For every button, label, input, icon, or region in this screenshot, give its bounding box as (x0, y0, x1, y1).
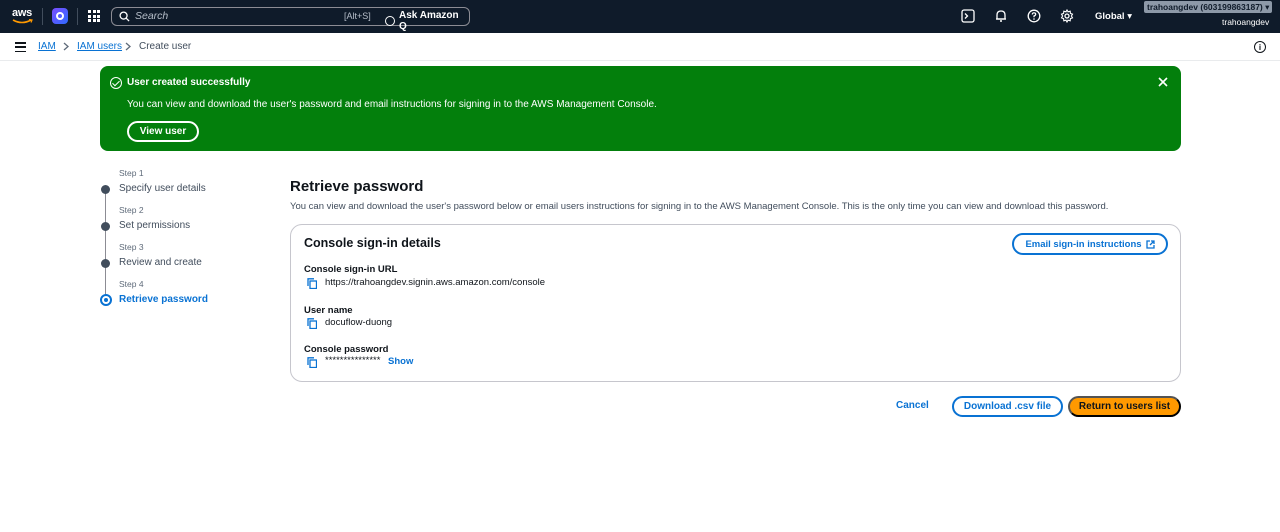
step-label: Review and create (119, 257, 202, 268)
username-value: docuflow-duong (325, 317, 393, 328)
user-name[interactable]: trahoangdev (1222, 17, 1269, 27)
aws-logo-text: aws (12, 7, 32, 19)
nav-divider (42, 8, 43, 25)
show-password-link[interactable]: Show (388, 356, 413, 367)
sign-in-details-card: Console sign-in details Email sign-in in… (290, 224, 1181, 382)
notifications-bell-icon[interactable] (994, 9, 1008, 23)
step-label: Set permissions (119, 220, 191, 231)
search-input[interactable]: Search [Alt+S] Ask Amazon Q (111, 7, 470, 32)
step-dot (101, 185, 110, 194)
success-flashbar: User created successfully You can view a… (100, 66, 1181, 151)
step-number: Step 1 (119, 168, 144, 178)
search-placeholder: Search (135, 10, 169, 22)
flash-message: You can view and download the user's pas… (127, 99, 657, 110)
wizard-steps: Step 1 Specify user details Step 2 Set p… (100, 168, 270, 318)
success-check-icon (110, 77, 122, 89)
step-label: Retrieve password (119, 294, 208, 305)
page-description: You can view and download the user's pas… (290, 201, 1109, 212)
return-to-users-list-button[interactable]: Return to users list (1068, 396, 1181, 417)
copy-icon[interactable] (307, 357, 317, 368)
ask-amazon-q-label: Ask Amazon Q (398, 10, 459, 32)
chevron-right-icon (63, 42, 69, 51)
breadcrumb-iam[interactable]: IAM (38, 41, 56, 52)
info-icon[interactable]: i (1254, 41, 1266, 53)
email-button-label: Email sign-in instructions (1025, 238, 1142, 250)
help-icon[interactable] (1027, 9, 1041, 23)
ask-amazon-q-button[interactable]: Ask Amazon Q (385, 10, 469, 32)
view-user-button[interactable]: View user (127, 121, 199, 142)
chevron-right-icon (125, 42, 131, 51)
username-label: User name (304, 305, 353, 316)
breadcrumb-iam-users[interactable]: IAM users (77, 41, 122, 52)
account-menu[interactable]: trahoangdev (603199863187) ▾ (1144, 1, 1273, 13)
email-sign-in-instructions-button[interactable]: Email sign-in instructions (1012, 233, 1168, 255)
aws-logo[interactable]: aws (12, 7, 34, 27)
url-label: Console sign-in URL (304, 264, 398, 275)
download-csv-button[interactable]: Download .csv file (952, 396, 1063, 417)
menu-hamburger-icon[interactable] (15, 42, 26, 52)
search-shortcut: [Alt+S] (344, 11, 371, 21)
nav-divider (77, 8, 78, 25)
url-value: https://trahoangdev.signin.aws.amazon.co… (325, 277, 546, 288)
search-icon (119, 11, 130, 22)
services-grid-icon[interactable] (88, 10, 100, 22)
password-label: Console password (304, 344, 389, 355)
step-dot-active (100, 294, 112, 306)
aws-smile-icon (12, 19, 33, 24)
page-title: Retrieve password (290, 178, 424, 195)
steps-connector (105, 188, 106, 302)
settings-gear-icon[interactable] (1060, 9, 1074, 23)
breadcrumb-bar: IAM IAM users Create user i (0, 33, 1280, 61)
password-value: *************** (325, 355, 381, 366)
step-dot (101, 259, 110, 268)
step-number: Step 4 (119, 279, 144, 289)
external-link-icon (1145, 239, 1155, 249)
step-number: Step 2 (119, 205, 144, 215)
step-label: Specify user details (119, 183, 206, 194)
region-selector[interactable]: Global ▾ (1095, 11, 1132, 22)
breadcrumb-create-user: Create user (139, 41, 192, 52)
step-number: Step 3 (119, 242, 144, 252)
step-dot (101, 222, 110, 231)
cloudshell-icon[interactable] (961, 9, 975, 23)
close-icon[interactable] (1157, 76, 1169, 88)
top-navigation: aws Search [Alt+S] Ask Amazon Q Global ▾… (0, 0, 1280, 33)
copy-icon[interactable] (307, 278, 317, 289)
flash-title: User created successfully (127, 77, 251, 88)
copy-icon[interactable] (307, 318, 317, 329)
amazon-q-icon[interactable] (52, 8, 68, 24)
card-title: Console sign-in details (304, 236, 441, 250)
amazon-q-small-icon (385, 16, 395, 26)
cancel-button[interactable]: Cancel (896, 400, 929, 411)
